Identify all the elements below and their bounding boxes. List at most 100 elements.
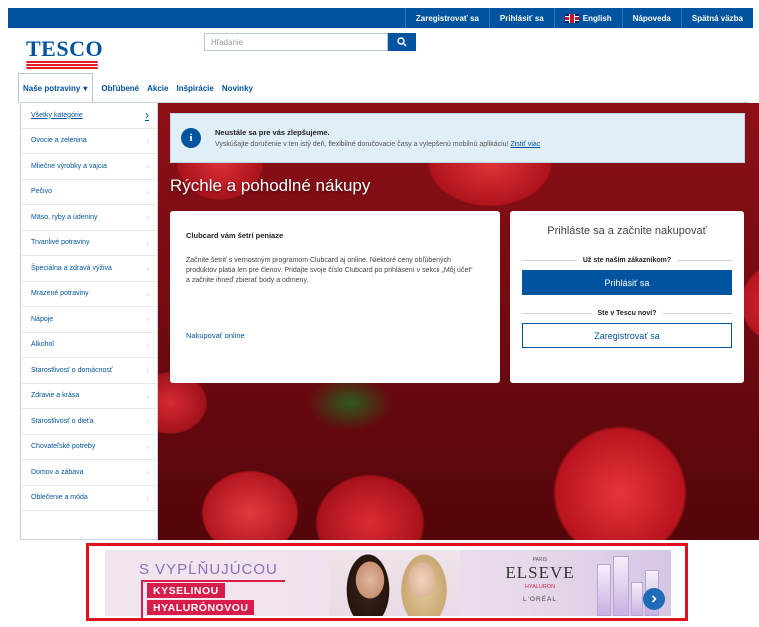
sidebar-item-household[interactable]: Starostlivosť o domácnosť › xyxy=(21,358,157,384)
clubcard-card: Clubcard vám šetrí peniaze Začnite šetri… xyxy=(170,211,500,383)
signin-link[interactable]: Prihlásiť sa xyxy=(488,8,554,28)
nav-item-offers[interactable]: Akcie xyxy=(147,84,168,93)
search-icon xyxy=(397,37,407,47)
help-link[interactable]: Nápoveda xyxy=(621,8,681,28)
advert-next-button[interactable] xyxy=(643,588,665,610)
uk-flag-icon xyxy=(564,13,579,23)
sidebar-item-pets[interactable]: Chovateľské potreby › xyxy=(21,435,157,460)
sidebar-item-label: Špeciálna a zdravá výživa xyxy=(31,264,112,272)
help-link-label: Nápoveda xyxy=(632,13,671,23)
sidebar-item-label: Mliečne výrobky a vajcia xyxy=(31,162,107,170)
learn-more-link[interactable]: Zistiť viac xyxy=(510,141,540,148)
sidebar-item-label: Oblečenie a móda xyxy=(31,494,88,502)
register-link[interactable]: Zaregistrovať sa xyxy=(404,8,489,28)
chevron-right-icon xyxy=(651,595,657,603)
sidebar-item-dairy[interactable]: Mliečne výrobky a vajcia › xyxy=(21,154,157,180)
nav-item-favourites[interactable]: Obľúbené xyxy=(101,84,139,93)
top-utility-bar: Zaregistrovať sa Prihlásiť sa English Ná… xyxy=(8,8,753,28)
chevron-right-icon: › xyxy=(146,339,149,350)
chevron-right-icon: › xyxy=(146,390,149,401)
advert-tag-1: KYSELINOU xyxy=(147,583,225,598)
improvement-notice: i Neustále sa pre vás zlepšujeme. Vyskúš… xyxy=(170,113,745,163)
language-link[interactable]: English xyxy=(553,8,622,28)
sidebar-item-label: Alkohol xyxy=(31,341,54,349)
chevron-right-icon: › xyxy=(146,314,149,325)
new-customer-label: Ste v Tescu noví? xyxy=(522,310,732,317)
chevron-right-icon: › xyxy=(146,288,149,299)
sidebar-item-home-ents[interactable]: Domov a zábava › xyxy=(21,460,157,486)
signin-link-label: Prihlásiť sa xyxy=(499,13,544,23)
notice-text: Vyskúšajte doručenie v ten istý deň, fle… xyxy=(215,141,540,148)
new-customer-text: Ste v Tescu noví? xyxy=(597,310,657,317)
sidebar-item-label: Trvanlivé potraviny xyxy=(31,239,90,247)
sidebar-item-label: Nápoje xyxy=(31,315,54,323)
brand-name: ELSEVE xyxy=(505,563,575,582)
notice-title: Neustále sa pre vás zlepšujeme. xyxy=(215,128,330,137)
notice-body: Vyskúšajte doručenie v ten istý deň, fle… xyxy=(215,141,509,148)
sidebar-item-long-life[interactable]: Trvanlivé potraviny › xyxy=(21,231,157,256)
logo-wordmark: TESCO xyxy=(26,36,104,61)
advert-banner[interactable]: S VYPĹŇUJÚCOU KYSELINOU HYALURÓNOVOU PAR… xyxy=(86,543,688,621)
login-card: Prihláste sa a začnite nakupovať Už ste … xyxy=(510,211,744,383)
register-button[interactable]: Zaregistrovať sa xyxy=(522,323,732,348)
advert-tag-2: HYALURÓNOVOU xyxy=(147,600,255,615)
chevron-right-icon: › xyxy=(146,467,149,478)
utility-links: Zaregistrovať sa Prihlásiť sa English Ná… xyxy=(404,8,753,28)
existing-customer-label: Už ste naším zákazníkom? xyxy=(522,257,732,264)
chevron-right-icon: › xyxy=(146,365,149,376)
chevron-right-icon: › xyxy=(146,416,149,427)
advert-background: S VYPĹŇUJÚCOU KYSELINOU HYALURÓNOVOU PAR… xyxy=(105,550,671,618)
sidebar-item-label: Domov a zábava xyxy=(31,468,84,476)
chevron-right-icon: › xyxy=(146,135,149,146)
sidebar-item-label: Ovocie a zelenina xyxy=(31,137,87,145)
register-link-label: Zaregistrovať sa xyxy=(415,13,479,23)
nav-item-our-groceries[interactable]: Naše potraviny ▾ xyxy=(18,73,94,103)
chevron-right-icon: › xyxy=(146,441,149,452)
brand-sub: HYALURON xyxy=(524,584,556,590)
sidebar-item-clothing[interactable]: Oblečenie a móda › xyxy=(21,486,157,511)
advert-brand: PARIS ELSEVE HYALURON L'ORÉAL xyxy=(495,557,585,603)
sidebar-item-label: Pečivo xyxy=(31,188,53,196)
advert-headline: S VYPĹŇUJÚCOU xyxy=(139,561,278,578)
hero-title: Rýchle a pohodlné nákupy xyxy=(170,176,371,195)
feedback-link[interactable]: Spätná väzba xyxy=(680,8,753,28)
info-icon: i xyxy=(181,128,201,148)
search-placeholder: Hľadanie xyxy=(211,38,244,47)
nav-item-label: Naše potraviny xyxy=(23,84,81,93)
sidebar-item-label: Starostlivosť o domácnosť xyxy=(31,366,113,374)
signin-button[interactable]: Prihlásiť sa xyxy=(522,270,732,295)
nav-item-inspiration[interactable]: Inšpirácie xyxy=(176,84,213,93)
language-link-label: English xyxy=(582,13,612,23)
shop-online-link[interactable]: Nakupovať online xyxy=(186,331,245,340)
logo-stripes xyxy=(26,61,106,69)
sidebar-item-meat-fish[interactable]: Mäso, ryby a údeniny › xyxy=(21,205,157,231)
sidebar-item-bakery[interactable]: Pečivo › xyxy=(21,180,157,205)
chevron-down-icon: ▾ xyxy=(83,84,88,93)
sidebar-item-alcohol[interactable]: Alkohol › xyxy=(21,333,157,358)
category-sidebar: Všetky kategórie › Ovocie a zelenina › Mli… xyxy=(20,103,158,540)
main-nav: Naše potraviny ▾ Obľúbené Akcie Inšpiráci… xyxy=(18,73,261,103)
chevron-right-icon: › xyxy=(146,186,149,197)
chevron-right-icon: › xyxy=(146,212,149,223)
clubcard-title: Clubcard vám šetrí peniaze xyxy=(186,231,284,240)
advert-models-image xyxy=(330,550,460,616)
clubcard-text: Začnite šetriť s vernostným programom Cl… xyxy=(186,257,473,284)
search-input[interactable]: Hľadanie xyxy=(204,33,388,51)
chevron-right-icon: › xyxy=(146,263,149,274)
tesco-logo[interactable]: TESCO xyxy=(26,38,106,69)
feedback-link-label: Spätná väzba xyxy=(691,13,743,23)
brand-maker: L'ORÉAL xyxy=(523,596,557,603)
sidebar-item-all-categories[interactable]: Všetky kategórie › xyxy=(21,103,157,129)
login-title: Prihláste sa a začnite nakupovať xyxy=(547,225,707,237)
sidebar-item-special-diet[interactable]: Špeciálna a zdravá výživa › xyxy=(21,256,157,282)
search-button[interactable] xyxy=(388,33,416,51)
sidebar-item-baby[interactable]: Starostlivosť o dieťa › xyxy=(21,409,157,435)
sidebar-item-frozen[interactable]: Mrazené potraviny › xyxy=(21,282,157,307)
sidebar-item-fruit-veg[interactable]: Ovocie a zelenina › xyxy=(21,129,157,154)
existing-customer-text: Už ste naším zákazníkom? xyxy=(582,257,672,264)
sidebar-item-health-beauty[interactable]: Zdravie a krása › xyxy=(21,384,157,409)
nav-item-new[interactable]: Novinky xyxy=(222,84,253,93)
sidebar-item-label: Chovateľské potreby xyxy=(31,443,96,451)
sidebar-item-drinks[interactable]: Nápoje › xyxy=(21,307,157,333)
chevron-right-icon: › xyxy=(146,492,149,503)
